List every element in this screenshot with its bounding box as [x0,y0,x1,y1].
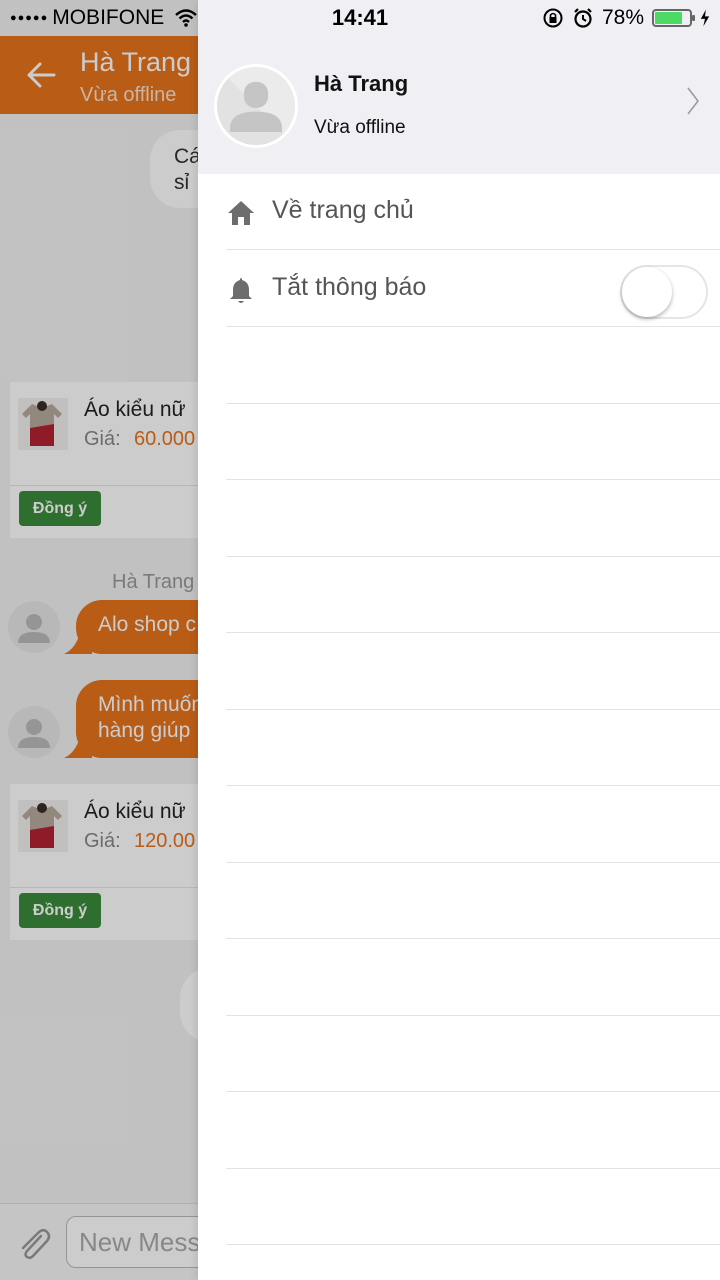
empty-row-divider [226,862,720,863]
profile-status: Vừa offline [314,117,406,138]
status-bar-right: 78% [542,6,710,30]
side-drawer: Hà Trang Vừa offline Về trang chủ Tắt th… [198,0,720,1280]
menu-item-mute-notifications[interactable]: Tắt thông báo [226,251,720,327]
mute-notifications-toggle[interactable] [620,265,708,319]
empty-row-divider [226,709,720,710]
toggle-knob [622,267,672,317]
home-icon [228,201,254,225]
empty-row-divider [226,1168,720,1169]
bell-icon [230,278,252,303]
status-bar: ●●●●● MOBIFONE 14:41 78% [0,0,720,36]
empty-row-divider [226,403,720,404]
empty-row-divider [226,479,720,480]
menu-item-label: Về trang chủ [272,196,414,224]
empty-row-divider [226,1244,720,1245]
screen: Hà Trang Vừa offline Cá sỉ Áo kiểu nữ Gi… [0,0,720,1280]
chevron-right-icon[interactable] [686,86,700,116]
charging-bolt-icon [700,9,710,27]
profile-avatar [214,64,298,148]
battery-cap [692,15,695,21]
empty-row-divider [226,1091,720,1092]
profile-name: Hà Trang [314,71,409,96]
user-silhouette-icon [217,67,295,145]
empty-row-divider [226,785,720,786]
battery-icon [652,9,695,27]
rotation-lock-icon [543,8,563,28]
battery-percent: 78% [601,6,644,29]
empty-row-divider [226,556,720,557]
menu-item-home[interactable]: Về trang chủ [226,174,720,250]
alarm-icon [574,8,592,28]
empty-row-divider [226,632,720,633]
empty-row-divider [226,938,720,939]
empty-row-divider [226,1015,720,1016]
battery-level-fill [655,12,682,24]
menu-item-label: Tắt thông báo [272,273,427,301]
